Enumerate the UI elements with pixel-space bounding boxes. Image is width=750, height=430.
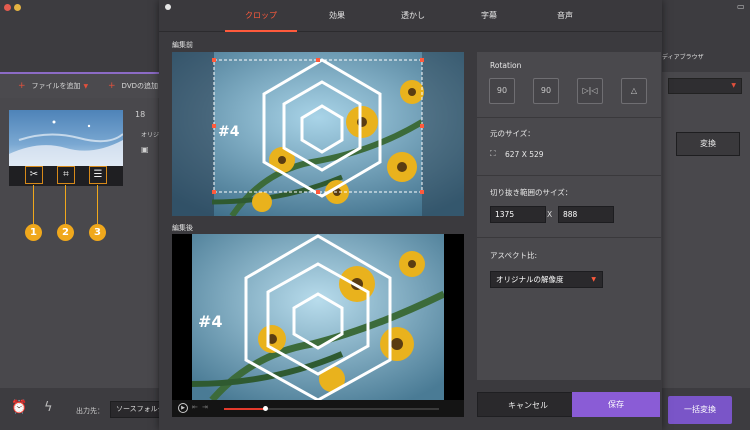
add-dvd-button[interactable]: + DVDの追加: [108, 81, 158, 91]
lightning-icon[interactable]: ϟ: [44, 400, 53, 415]
flip-vertical-icon: △: [630, 86, 638, 95]
editor-tabs: クロップ 効果 透かし 字幕 音声: [159, 0, 662, 32]
rotate-left-90-icon: 90: [496, 86, 508, 95]
trim-scissors-button[interactable]: ✂: [25, 166, 43, 184]
player-controls: ▶ ⇤ ⇥: [172, 400, 464, 417]
callout-line: [97, 185, 98, 224]
tab-crop[interactable]: クロップ: [225, 0, 297, 32]
crop-settings-panel: Rotation 90 90 ▷|◁ △ 元のサイズ： ⛶ 627 X 529 …: [477, 52, 661, 380]
crop-height-input[interactable]: 888: [558, 206, 614, 223]
flip-horizontal-button[interactable]: ▷|◁: [577, 78, 603, 104]
progress-track[interactable]: [224, 406, 439, 411]
minimize-window-button[interactable]: [14, 4, 21, 11]
before-label: 編集前: [172, 41, 193, 49]
chevron-down-icon: ▼: [83, 83, 89, 90]
crop-button[interactable]: ⌗: [57, 166, 75, 184]
original-size-value: 627 X 529: [505, 150, 544, 159]
after-preview[interactable]: #4 ▶ ⇤ ⇥: [172, 234, 464, 417]
after-label: 編集後: [172, 224, 193, 232]
chevron-down-icon: ▼: [591, 276, 596, 283]
message-icon[interactable]: ▭: [737, 2, 745, 11]
rotate-right-button[interactable]: 90: [533, 78, 559, 104]
flip-horizontal-icon: ▷|◁: [582, 86, 598, 95]
play-icon[interactable]: ▶: [178, 403, 188, 413]
before-preview[interactable]: #4: [172, 52, 464, 216]
progress-handle[interactable]: [262, 406, 268, 411]
alarm-clock-icon[interactable]: ⏰: [11, 400, 27, 415]
callout-badge-2: 2: [57, 224, 74, 241]
tab-effects[interactable]: 効果: [301, 0, 373, 32]
sliders-icon: ☰: [93, 169, 103, 180]
crop-x-label: X: [547, 210, 553, 219]
original-format-label: オリジ: [141, 132, 160, 139]
film-icon: ▣: [141, 145, 149, 154]
scissors-icon: ✂: [29, 169, 39, 180]
overlay-text: #4: [198, 312, 223, 331]
tab-subtitle[interactable]: 字幕: [453, 0, 525, 32]
batch-convert-button[interactable]: 一括変換: [668, 396, 732, 424]
original-size-title: 元のサイズ：: [490, 129, 535, 138]
callout-line: [65, 185, 66, 224]
crop-size-title: 切り抜き範囲のサイズ：: [490, 188, 573, 197]
sky-image: [9, 120, 124, 166]
right-panel: [662, 72, 750, 388]
callout-badge-3: 3: [89, 224, 106, 241]
add-file-button[interactable]: + ファイルを追加 ▼: [18, 81, 88, 91]
crop-width-input[interactable]: 1375: [490, 206, 546, 223]
flower-image: [172, 52, 464, 216]
flip-vertical-button[interactable]: △: [621, 78, 647, 104]
close-window-button[interactable]: [4, 4, 11, 11]
aspect-ratio-value: オリジナルの解像度: [496, 275, 564, 284]
tab-watermark[interactable]: 透かし: [377, 0, 449, 32]
video-count: 18: [135, 110, 146, 119]
original-size-section: 元のサイズ：: [477, 118, 661, 176]
plus-icon: +: [18, 81, 26, 91]
aspect-ratio-select[interactable]: オリジナルの解像度 ▼: [490, 271, 603, 288]
app-window: ▭ ディアブラウザ + ファイルを追加 ▼ + DVDの追加 ✂ ⌗ ☰ 1 2 3 …: [0, 0, 750, 430]
save-button[interactable]: 保存: [572, 392, 660, 417]
add-dvd-label: DVDの追加: [121, 82, 158, 90]
next-frame-icon[interactable]: ⇥: [202, 403, 208, 411]
edit-dialog: クロップ 効果 透かし 字幕 音声 編集前 #4 編集後 #4 ▶ ⇤ ⇥ Ro…: [159, 0, 662, 430]
media-browser-tab[interactable]: ディアブラウザ: [662, 52, 704, 61]
callout-line: [33, 185, 34, 224]
previous-frame-icon[interactable]: ⇤: [192, 403, 198, 411]
convert-button[interactable]: 変換: [676, 132, 740, 156]
effects-button[interactable]: ☰: [89, 166, 107, 184]
callout-badge-1: 1: [25, 224, 42, 241]
overlay-text: #4: [218, 124, 240, 140]
aspect-title: アスペクト比:: [490, 251, 538, 260]
rotation-section: Rotation 90 90 ▷|◁ △: [477, 52, 661, 118]
cancel-button[interactable]: キャンセル: [477, 392, 579, 417]
dialog-close-dot[interactable]: [165, 4, 171, 10]
add-file-label: ファイルを追加: [31, 82, 81, 90]
resize-icon: ⛶: [490, 149, 496, 158]
tab-audio[interactable]: 音声: [529, 0, 601, 32]
after-image: #4: [192, 234, 444, 400]
output-label: 出力先：: [76, 407, 104, 415]
plus-icon: +: [108, 81, 116, 91]
rotation-title: Rotation: [490, 61, 522, 70]
active-tab-underline: [225, 30, 297, 32]
flower-image: [192, 234, 444, 400]
chevron-down-icon: ▼: [731, 82, 736, 89]
crop-icon: ⌗: [63, 169, 69, 180]
rotate-left-button[interactable]: 90: [489, 78, 515, 104]
rotate-right-90-icon: 90: [540, 86, 552, 95]
format-dropdown[interactable]: ▼: [668, 78, 742, 94]
progress-fill: [224, 408, 265, 410]
